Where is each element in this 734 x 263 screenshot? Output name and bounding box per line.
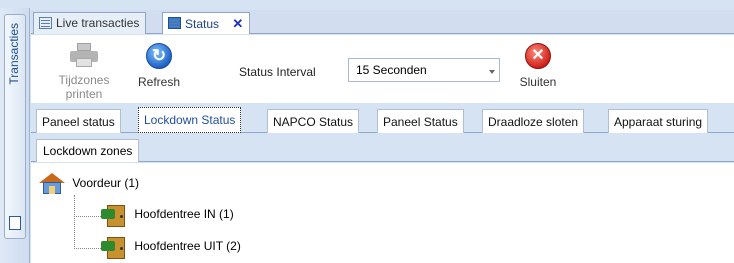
sub-tab-strip: Lockdown zones xyxy=(31,133,734,162)
side-tab-transacties[interactable]: Transacties xyxy=(4,14,26,239)
tab-lockdown-zones[interactable]: Lockdown zones xyxy=(36,139,140,162)
tab-napco-status[interactable]: NAPCO Status xyxy=(267,109,360,133)
tree-node-hoofdentree-in[interactable]: Hoofdentree IN (1) xyxy=(101,203,234,227)
document-tab-strip: Live transacties Status ✕ xyxy=(31,10,734,34)
tab-apparaat-sturing[interactable]: Apparaat sturing xyxy=(608,109,709,133)
print-timezones-button[interactable]: Tijdzones printen xyxy=(39,43,129,101)
status-interval-value: 15 Seconden xyxy=(356,63,427,77)
window-icon xyxy=(9,216,21,230)
dropdown-arrow-icon[interactable] xyxy=(489,70,495,74)
tree-connector xyxy=(74,195,75,249)
toolbar: Tijdzones printen ↻ Refresh Status Inter… xyxy=(31,35,734,103)
list-icon xyxy=(39,17,52,29)
close-label: Sluiten xyxy=(519,75,557,89)
refresh-icon: ↻ xyxy=(146,43,172,69)
tree-node-label: Hoofdentree IN (1) xyxy=(134,207,234,222)
tab-paneel-status-2[interactable]: Paneel Status xyxy=(377,109,464,133)
tree-connector xyxy=(74,216,101,217)
close-icon: ✕ xyxy=(525,43,551,69)
close-tab-icon[interactable]: ✕ xyxy=(232,16,243,32)
side-panel: Transacties xyxy=(0,8,30,263)
side-tab-label: Transacties xyxy=(7,23,21,85)
status-interval-label: Status Interval xyxy=(239,65,316,79)
tree-node-label: Hoofdentree UIT (2) xyxy=(134,239,241,254)
close-button[interactable]: ✕ Sluiten xyxy=(505,43,571,89)
tree-node-label: Voordeur (1) xyxy=(72,176,140,191)
door-entry-icon xyxy=(101,203,127,227)
tab-draadloze-sloten[interactable]: Draadloze sloten xyxy=(482,109,585,133)
refresh-button[interactable]: ↻ Refresh xyxy=(133,43,185,89)
tab-lockdown-status[interactable]: Lockdown Status xyxy=(138,107,242,133)
status-tab-strip: Paneel status Lockdown Status NAPCO Stat… xyxy=(31,103,734,133)
lockdown-tree: Voordeur (1) Hoofdentree IN (1) Hoofdent… xyxy=(31,163,734,263)
print-label: Tijdzones printen xyxy=(58,73,110,101)
status-interval-select[interactable]: 15 Seconden xyxy=(348,58,500,82)
tab-status[interactable]: Status ✕ xyxy=(162,12,251,34)
tree-node-hoofdentree-uit[interactable]: Hoofdentree UIT (2) xyxy=(101,235,241,259)
tree-connector xyxy=(74,248,101,249)
printer-icon xyxy=(70,43,98,67)
house-icon xyxy=(39,173,65,195)
tab-paneel-status[interactable]: Paneel status xyxy=(36,109,121,133)
status-icon xyxy=(168,17,181,29)
tree-node-voordeur[interactable]: Voordeur (1) xyxy=(39,173,139,195)
tab-label: Live transacties xyxy=(56,16,140,30)
door-exit-icon xyxy=(101,235,127,259)
tab-label: Status xyxy=(185,17,220,31)
tab-live-transacties[interactable]: Live transacties xyxy=(33,12,147,34)
refresh-label: Refresh xyxy=(137,75,181,89)
